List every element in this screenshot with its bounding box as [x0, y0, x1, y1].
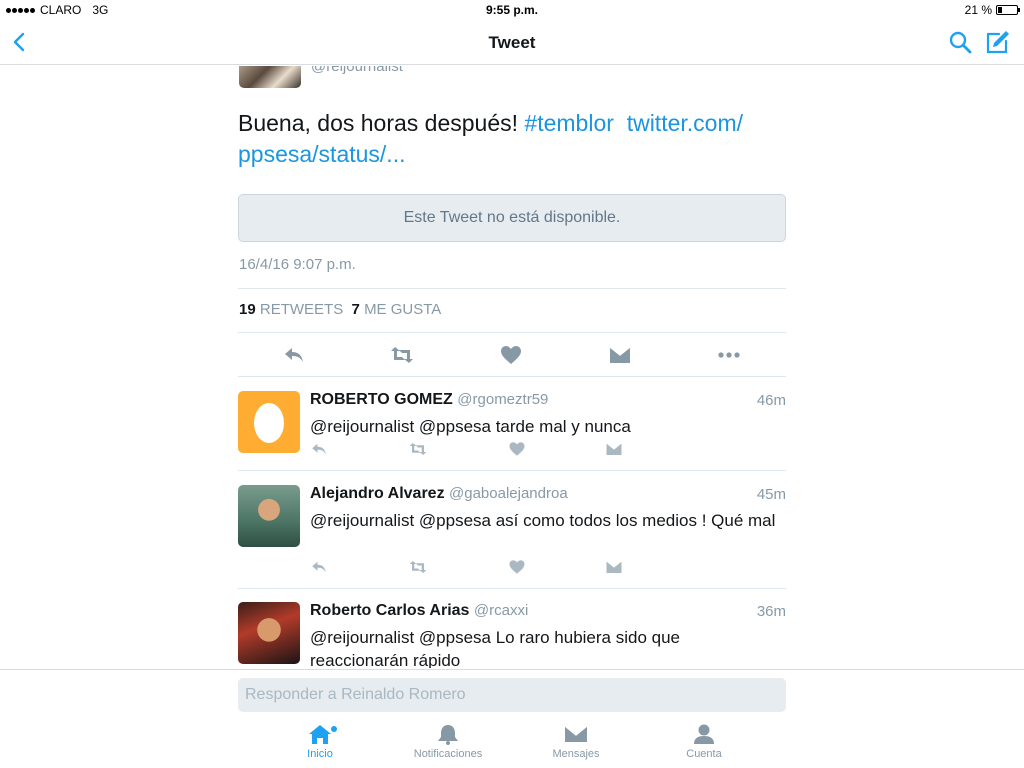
tweet-text-body: Buena, dos horas después!	[238, 110, 525, 136]
reply-author-name[interactable]: Alejandro Alvarez	[310, 485, 445, 502]
envelope-icon	[564, 725, 588, 742]
tweet-stats: 19 RETWEETS 7 ME GUSTA	[239, 301, 441, 318]
tab-notificaciones[interactable]: Notificaciones	[393, 723, 503, 760]
home-icon	[309, 725, 331, 744]
avatar[interactable]	[238, 602, 300, 664]
search-icon[interactable]	[948, 30, 972, 54]
reply-text: @reijournalist @ppsesa Lo raro hubiera s…	[310, 628, 680, 668]
reply-time: 45m	[756, 486, 786, 503]
navigation-bar: Tweet	[0, 20, 1024, 65]
bell-icon	[438, 725, 458, 745]
tab-cuenta[interactable]: Cuenta	[649, 723, 759, 760]
divider	[238, 588, 786, 589]
reply-time: 46m	[756, 392, 786, 409]
reply-text: @reijournalist @ppsesa tarde mal y nunca	[310, 417, 631, 436]
page-title: Tweet	[488, 33, 536, 52]
clock: 9:55 p.m.	[485, 3, 539, 17]
divider	[238, 470, 786, 471]
person-icon	[694, 724, 714, 744]
compose-icon[interactable]	[985, 29, 1011, 55]
direct-message-icon[interactable]	[605, 558, 623, 576]
reply-author-handle[interactable]: @rgomeztr59	[457, 391, 548, 408]
reply-author-handle[interactable]: @rcaxxi	[474, 602, 528, 619]
reply-icon[interactable]	[310, 558, 328, 576]
heart-icon[interactable]	[499, 343, 523, 367]
reply-text: @reijournalist @ppsesa así como todos lo…	[310, 511, 776, 530]
quoted-tweet-unavailable: Este Tweet no está disponible.	[238, 194, 786, 242]
heart-icon[interactable]	[508, 558, 526, 576]
reply-icon[interactable]	[310, 440, 328, 458]
reply-actions	[310, 440, 630, 460]
avatar[interactable]	[238, 485, 300, 547]
battery-percent: 21 %	[964, 3, 992, 17]
reply-author[interactable]: Alejandro Alvarez @gaboalejandroa	[310, 485, 568, 503]
reply-tweet[interactable]: ROBERTO GOMEZ @rgomeztr59 46m @reijourna…	[238, 391, 786, 471]
reply-author-handle[interactable]: @gaboalejandroa	[449, 485, 568, 502]
retweet-icon[interactable]	[390, 343, 414, 367]
reply-input[interactable]	[238, 678, 786, 712]
tab-label: Mensajes	[552, 748, 600, 760]
tweet-timestamp: 16/4/16 9:07 p.m.	[239, 256, 356, 273]
egg-icon	[254, 403, 284, 443]
reply-author-name[interactable]: Roberto Carlos Arias	[310, 602, 469, 619]
likes-count[interactable]: 7	[352, 301, 360, 318]
direct-message-icon[interactable]	[605, 440, 623, 458]
reply-tweet[interactable]: Alejandro Alvarez @gaboalejandroa 45m @r…	[238, 485, 786, 585]
battery-info: 21 %	[964, 3, 1020, 17]
tweet-actions	[238, 333, 786, 377]
reply-author[interactable]: ROBERTO GOMEZ @rgomeztr59	[310, 391, 548, 409]
reply-composer	[0, 669, 1024, 717]
battery-icon	[996, 5, 1020, 15]
divider	[238, 376, 786, 377]
author-avatar[interactable]	[239, 66, 301, 88]
tweet-text: Buena, dos horas después! #temblor twitt…	[238, 108, 758, 170]
reply-tweet[interactable]: Roberto Carlos Arias @rcaxxi 36m @reijou…	[238, 602, 786, 668]
reply-author[interactable]: Roberto Carlos Arias @rcaxxi	[310, 602, 528, 620]
tab-label: Notificaciones	[413, 748, 483, 760]
retweets-count[interactable]: 19	[239, 301, 256, 318]
heart-icon[interactable]	[508, 440, 526, 458]
retweet-icon[interactable]	[409, 440, 427, 458]
divider	[238, 288, 786, 289]
retweets-label[interactable]: RETWEETS	[260, 301, 343, 318]
direct-message-icon[interactable]	[608, 343, 632, 367]
battery-fill	[998, 7, 1002, 13]
tab-label: Cuenta	[686, 748, 722, 760]
tweet-detail: @reijournalist Buena, dos horas después!…	[0, 66, 1024, 668]
reply-actions	[310, 558, 630, 578]
more-options-icon[interactable]	[717, 343, 741, 367]
author-handle[interactable]: @reijournalist	[311, 66, 403, 75]
tab-bar: Inicio Notificaciones Mensajes Cuenta	[0, 717, 1024, 768]
status-bar: CLARO 3G 9:55 p.m. 21 %	[0, 0, 1024, 20]
tab-inicio[interactable]: Inicio	[265, 723, 375, 760]
avatar[interactable]	[238, 391, 300, 453]
tab-label: Inicio	[307, 748, 333, 760]
likes-label[interactable]: ME GUSTA	[364, 301, 441, 318]
new-content-indicator	[331, 726, 337, 732]
tab-mensajes[interactable]: Mensajes	[521, 723, 631, 760]
hashtag-link[interactable]: #temblor	[524, 110, 613, 136]
reply-icon[interactable]	[282, 343, 306, 367]
reply-author-name[interactable]: ROBERTO GOMEZ	[310, 391, 453, 408]
reply-time: 36m	[756, 603, 786, 620]
retweet-icon[interactable]	[409, 558, 427, 576]
